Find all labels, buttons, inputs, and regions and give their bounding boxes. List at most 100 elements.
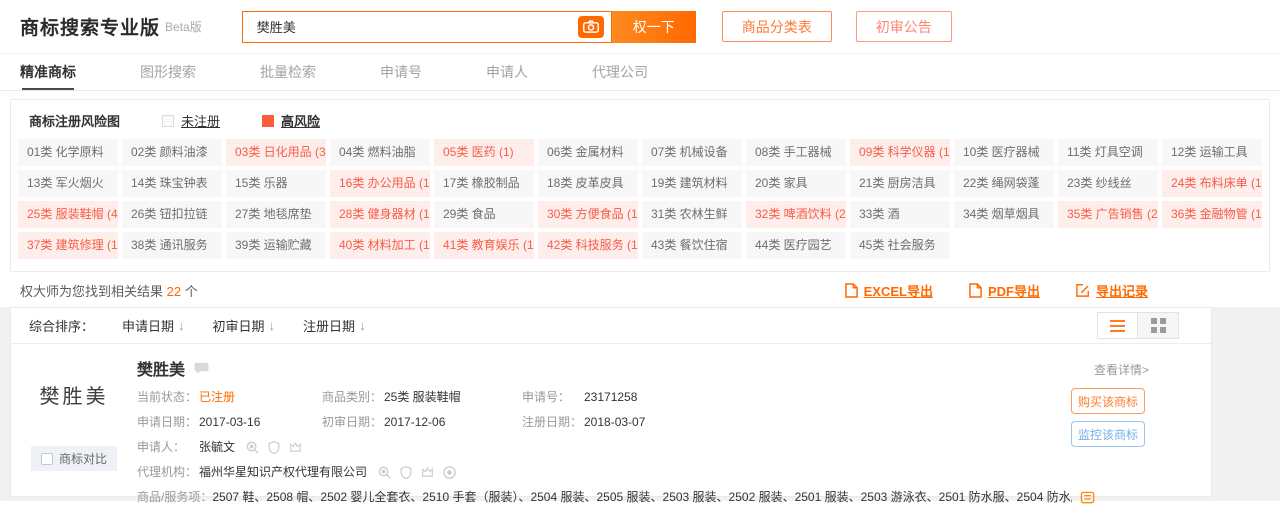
risk-cell-42[interactable]: 42类 科技服务 (1) (538, 232, 638, 259)
field-row-status: 当前状态：已注册 商品类别：25类 服装鞋帽 申请号：23171258 (137, 389, 1191, 405)
risk-cell-30[interactable]: 30类 方便食品 (1) (538, 201, 638, 228)
sort-first-trial-date[interactable]: 初审日期 ↓ (213, 316, 276, 335)
risk-cell-26[interactable]: 26类 钮扣拉链 (122, 201, 222, 228)
risk-cell-13[interactable]: 13类 军火烟火 (18, 170, 118, 197)
result-count-bar: 权大师为您找到相关结果 22 个 EXCEL导出 PDF导出 导出记录 (0, 273, 1280, 307)
risk-cell-10[interactable]: 10类 医疗器械 (954, 139, 1054, 166)
status-label: 当前状态： (137, 389, 199, 405)
risk-cell-09[interactable]: 09类 科学仪器 (1) (850, 139, 950, 166)
risk-cell-35[interactable]: 35类 广告销售 (2) (1058, 201, 1158, 228)
risk-cell-06[interactable]: 06类 金属材料 (538, 139, 638, 166)
risk-cell-02[interactable]: 02类 颜料油漆 (122, 139, 222, 166)
risk-cell-12[interactable]: 12类 运输工具 (1162, 139, 1262, 166)
result-item: 查看详情> 樊胜美 商标对比 樊胜美 当前状态：已注册 商品类 (11, 344, 1211, 505)
risk-cell-43[interactable]: 43类 餐饮住宿 (642, 232, 742, 259)
risk-cell-40[interactable]: 40类 材料加工 (1) (330, 232, 430, 259)
risk-cell-25[interactable]: 25类 服装鞋帽 (4) (18, 201, 118, 228)
risk-cell-32[interactable]: 32类 啤酒饮料 (2) (746, 201, 846, 228)
compare-label: 商标对比 (59, 450, 107, 467)
risk-cell-03[interactable]: 03类 日化用品 (3) (226, 139, 326, 166)
risk-cell-24[interactable]: 24类 布料床单 (1) (1162, 170, 1262, 197)
camera-search-icon[interactable] (578, 16, 604, 38)
shield-icon[interactable] (267, 440, 281, 455)
search-button[interactable]: 权一下 (612, 11, 696, 43)
compare-checkbox-row[interactable]: 商标对比 (31, 446, 117, 471)
sort-apply-date[interactable]: 申请日期 ↓ (122, 316, 185, 335)
tab-application-number[interactable]: 申请号 (378, 54, 424, 90)
risk-cell-41[interactable]: 41类 教育娱乐 (1) (434, 232, 534, 259)
compare-checkbox[interactable] (41, 453, 53, 465)
magnifier-icon[interactable] (377, 465, 392, 480)
trademark-name[interactable]: 樊胜美 (137, 356, 185, 380)
comment-bubble-icon (194, 362, 209, 375)
risk-cell-33[interactable]: 33类 酒 (850, 201, 950, 228)
field-row-dates: 申请日期：2017-03-16 初审日期：2017-12-06 注册日期：201… (137, 414, 1191, 430)
risk-cell-08[interactable]: 08类 手工器械 (746, 139, 846, 166)
risk-cell-21[interactable]: 21类 厨房洁具 (850, 170, 950, 197)
buy-trademark-button[interactable]: 购买该商标 (1071, 388, 1145, 414)
risk-cell-44[interactable]: 44类 医疗园艺 (746, 232, 846, 259)
crown-icon[interactable] (420, 465, 435, 479)
risk-cell-16[interactable]: 16类 办公用品 (1) (330, 170, 430, 197)
risk-cell-19[interactable]: 19类 建筑材料 (642, 170, 742, 197)
agency-value[interactable]: 福州华星知识产权代理有限公司 (199, 464, 367, 480)
risk-cell-45[interactable]: 45类 社会服务 (850, 232, 950, 259)
results-card: 综合排序： 申请日期 ↓ 初审日期 ↓ 注册日期 ↓ (10, 307, 1212, 497)
risk-cell-37[interactable]: 37类 建筑修理 (1) (18, 232, 118, 259)
risk-cell-29[interactable]: 29类 食品 (434, 201, 534, 228)
excel-export-link[interactable]: EXCEL导出 (845, 281, 933, 300)
view-detail-link[interactable]: 查看详情> (1094, 361, 1149, 378)
risk-cell-31[interactable]: 31类 农林生鲜 (642, 201, 742, 228)
risk-cell-23[interactable]: 23类 纱线丝 (1058, 170, 1158, 197)
tab-agency[interactable]: 代理公司 (590, 54, 650, 90)
risk-cell-20[interactable]: 20类 家具 (746, 170, 846, 197)
tab-exact-trademark[interactable]: 精准商标 (18, 54, 78, 90)
risk-cell-38[interactable]: 38类 通讯服务 (122, 232, 222, 259)
list-view-button[interactable] (1097, 312, 1138, 339)
risk-cell-05[interactable]: 05类 医药 (1) (434, 139, 534, 166)
grid-view-button[interactable] (1138, 312, 1179, 339)
export-record-link[interactable]: 导出记录 (1076, 281, 1148, 300)
applicant-value[interactable]: 张毓文 (199, 439, 235, 455)
pdf-export-link[interactable]: PDF导出 (969, 281, 1040, 300)
sort-register-date[interactable]: 注册日期 ↓ (303, 316, 366, 335)
target-icon[interactable] (442, 465, 457, 480)
risk-cell-17[interactable]: 17类 橡胶制品 (434, 170, 534, 197)
risk-cell-11[interactable]: 11类 灯具空调 (1058, 139, 1158, 166)
search-tabs: 精准商标 图形搜索 批量检索 申请号 申请人 代理公司 (0, 54, 1280, 91)
risk-cell-04[interactable]: 04类 燃料油脂 (330, 139, 430, 166)
risk-cell-27[interactable]: 27类 地毯席垫 (226, 201, 326, 228)
risk-cell-36[interactable]: 36类 金融物管 (1) (1162, 201, 1262, 228)
tab-batch-search[interactable]: 批量检索 (258, 54, 318, 90)
monitor-trademark-button[interactable]: 监控该商标 (1071, 421, 1145, 447)
field-row-agency: 代理机构：福州华星知识产权代理有限公司 (137, 464, 1191, 480)
risk-grid: 01类 化学原料02类 颜料油漆03类 日化用品 (3)04类 燃料油脂05类 … (18, 139, 1262, 259)
tab-image-search[interactable]: 图形搜索 (138, 54, 198, 90)
search-box[interactable] (242, 11, 612, 43)
risk-cell-14[interactable]: 14类 珠宝钟表 (122, 170, 222, 197)
sort-bar: 综合排序： 申请日期 ↓ 初审日期 ↓ 注册日期 ↓ (11, 308, 1211, 344)
expand-goods-icon[interactable] (1080, 490, 1095, 505)
header: 商标搜索专业版 Beta版 权一下 商品分类表 初审公告 (0, 0, 1280, 54)
agency-icons (377, 465, 457, 480)
risk-cell-15[interactable]: 15类 乐器 (226, 170, 326, 197)
sort-register-date-label: 注册日期 (303, 316, 355, 335)
risk-cell-01[interactable]: 01类 化学原料 (18, 139, 118, 166)
risk-cell-07[interactable]: 07类 机械设备 (642, 139, 742, 166)
result-item-actions: 购买该商标 监控该商标 (1071, 388, 1145, 447)
risk-map-card: 商标注册风险图 未注册 高风险 01类 化学原料02类 颜料油漆03类 日化用品… (10, 99, 1270, 272)
search-input[interactable] (255, 18, 578, 35)
trademark-image[interactable]: 樊胜美 (31, 368, 117, 420)
magnifier-icon[interactable] (245, 440, 260, 455)
tab-applicant[interactable]: 申请人 (484, 54, 530, 90)
first-trial-announcement-button[interactable]: 初审公告 (856, 11, 952, 42)
risk-cell-22[interactable]: 22类 绳网袋蓬 (954, 170, 1054, 197)
shield-icon[interactable] (399, 465, 413, 480)
risk-cell-28[interactable]: 28类 健身器材 (1) (330, 201, 430, 228)
crown-icon[interactable] (288, 440, 303, 454)
risk-cell-18[interactable]: 18类 皮革皮具 (538, 170, 638, 197)
risk-cell-34[interactable]: 34类 烟草烟具 (954, 201, 1054, 228)
category-table-button[interactable]: 商品分类表 (722, 11, 832, 42)
risk-cell-39[interactable]: 39类 运输贮藏 (226, 232, 326, 259)
edit-record-icon (1076, 283, 1090, 297)
